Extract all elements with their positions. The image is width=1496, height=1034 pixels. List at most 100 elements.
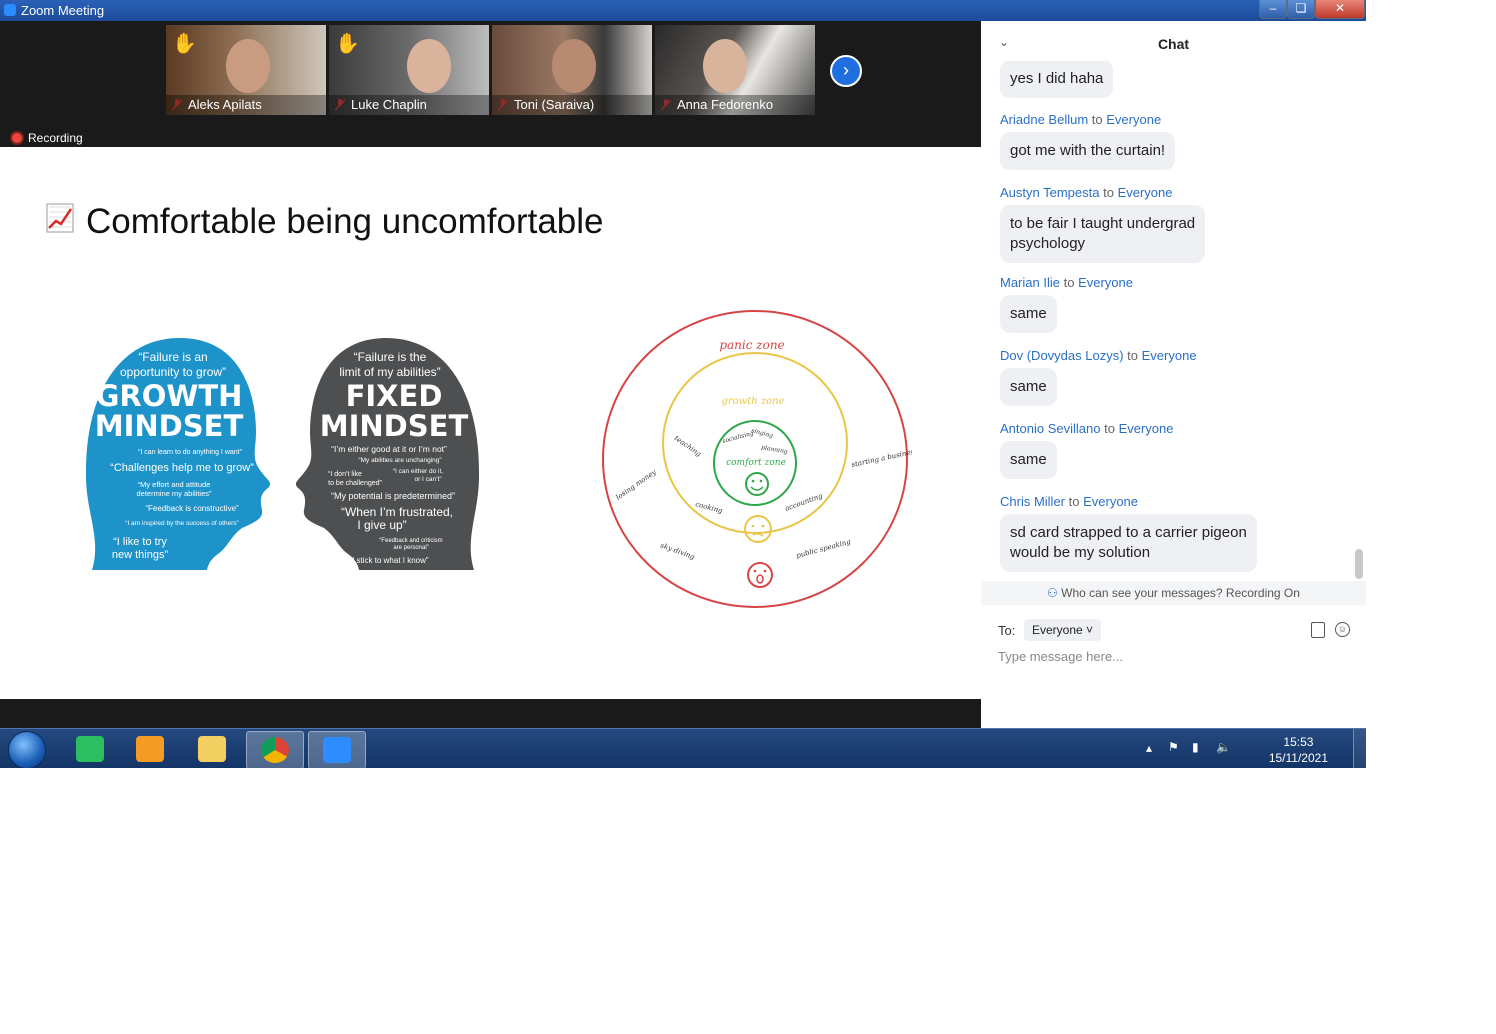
system-clock[interactable]: 15:53 15/11/2021 [1269,734,1328,766]
message-bubble: same [1000,295,1057,333]
worried-face-icon [744,515,772,543]
chevron-down-icon: ˅ [1086,623,1094,637]
start-button[interactable] [8,731,46,768]
zoom-icon [323,737,351,763]
message-sender: Dov (Dovydas Lozys) to Everyone [1000,348,1197,363]
participant-tile[interactable]: ✋ Aleks Apilats [166,25,326,115]
maximize-button[interactable]: ❏ [1287,0,1315,19]
growth-quote-1: “Failure is an [138,350,207,364]
chart-increasing-icon [46,203,74,233]
file-icon[interactable] [1311,622,1325,638]
record-icon [12,133,22,143]
chat-scrollbar[interactable] [1355,549,1363,579]
taskbar-chrome[interactable] [246,731,304,768]
taskbar-explorer[interactable] [184,731,240,767]
user-visibility-icon: ⚇ [1047,586,1058,600]
window-title: Zoom Meeting [21,3,105,18]
system-tray: ▴ ⚑ ▮ 🔈 [1146,729,1366,768]
taskbar-media-player[interactable] [122,731,178,767]
scared-face-icon [747,562,773,588]
zone-item: losing money [615,468,659,502]
fixed-line-5: “I can either do it, [393,468,443,475]
taskbar-evernote[interactable] [62,731,118,767]
participant-tile[interactable]: ✋ Luke Chaplin [329,25,489,115]
emoji-icon[interactable]: ☺ [1335,622,1350,637]
chat-message: Austyn Tempesta to Everyone to be fair I… [1000,185,1206,263]
mindset-heads-graphic: “Failure is an opportunity to grow” GROW… [85,338,480,570]
participant-tile[interactable]: Toni (Saraiva) [492,25,652,115]
growth-line-5: “Feedback is constructive” [145,504,239,513]
taskbar-zoom[interactable] [308,731,366,768]
next-participants-button[interactable]: › [830,55,862,87]
chat-title: Chat [1157,36,1190,52]
chat-message-input[interactable]: Type message here... [998,649,1123,664]
message-sender: Austyn Tempesta to Everyone [1000,185,1173,200]
comfort-zone-label: comfort zone [726,458,786,468]
windows-taskbar: ▴ ⚑ ▮ 🔈 15:53 15/11/2021 [0,728,1366,768]
chat-message: Chris Miller to Everyone sd card strappe… [1000,494,1257,572]
close-button[interactable]: ✕ [1315,0,1365,19]
zone-item: planning [761,444,789,456]
chat-message: yes I did haha [1000,61,1114,98]
growth-head-1: GROWTH [96,379,243,413]
fixed-line-10: “Feedback and criticism [379,538,442,544]
minimize-button[interactable]: – [1259,0,1287,19]
power-icon[interactable]: ▮ [1192,740,1199,754]
volume-icon[interactable]: 🔈 [1216,740,1231,754]
fixed-line-11: are personal” [393,545,428,551]
show-hidden-icons-icon[interactable]: ▴ [1146,741,1152,755]
zone-item: cooking [694,500,723,515]
participant-name: Toni (Saraiva) [492,95,652,115]
happy-face-icon [745,472,769,496]
raised-hand-icon: ✋ [335,33,360,55]
participant-tile[interactable]: Anna Fedorenko [655,25,815,115]
clock-date: 15/11/2021 [1268,751,1328,765]
growth-line-2: “Challenges help me to grow” [110,462,254,474]
fixed-head-1: FIXED [346,379,443,413]
message-bubble: to be fair I taught undergrad psychology [1000,205,1206,263]
fixed-line-6: or I can’t” [414,476,441,483]
fixed-line-8: “When I’m frustrated, [341,505,453,519]
message-bubble: same [1000,441,1057,479]
shared-screen: Comfortable being uncomfortable “Failure… [0,147,981,699]
chat-panel: ⌄ Chat yes I did haha Ariadne Bellum to … [981,21,1366,728]
fixed-head-2: MINDSET [320,409,469,443]
message-sender: Antonio Sevillano to Everyone [1000,421,1174,436]
fixed-quote-1: “Failure is the [354,350,427,364]
show-desktop-button[interactable] [1353,729,1366,768]
growth-line-6: “I am inspired by the success of others” [125,520,238,527]
window-titlebar: Zoom Meeting – ❏ ✕ [0,0,1366,21]
recording-label: Recording [28,131,83,145]
zone-item: public speaking [795,538,852,560]
chat-message: Ariadne Bellum to Everyone got me with t… [1000,112,1176,170]
folder-icon [198,736,226,762]
zone-item: singing [750,427,774,440]
fixed-quote-2: limit of my abilities” [339,365,440,379]
fixed-line-2: “My abilities are unchanging” [358,457,441,464]
to-label: To: [998,623,1016,638]
participant-name: Aleks Apilats [166,95,326,115]
flag-icon[interactable]: ⚑ [1168,740,1179,754]
privacy-notice[interactable]: ⚇ Who can see your messages? Recording O… [981,581,1366,605]
chat-message: Marian Ilie to Everyone same [1000,275,1133,333]
chat-message: Dov (Dovydas Lozys) to Everyone same [1000,348,1197,406]
growth-line-8: new things” [112,549,169,561]
message-bubble: got me with the curtain! [1000,132,1176,170]
comfort-zone-diagram: panic zone growth zone comfort zone teac… [602,310,912,608]
fixed-line-9: I give up” [357,518,406,532]
message-bubble: same [1000,368,1057,406]
chat-messages: yes I did haha Ariadne Bellum to Everyon… [981,61,1356,581]
growth-line-3: “My effort and attitude [138,480,211,489]
slide-title: Comfortable being uncomfortable [86,202,604,241]
growth-zone-label: growth zone [721,396,784,407]
participant-name: Luke Chaplin [329,95,489,115]
evernote-icon [76,736,104,762]
recipient-dropdown[interactable]: Everyone ˅ [1024,619,1102,641]
participant-strip: ✋ Aleks Apilats ✋ Luke Chaplin Toni (Sar… [0,21,981,147]
zoom-app-icon [4,4,16,16]
fixed-line-12: “I stick to what I know” [349,556,428,565]
zoom-screen: Zoom Meeting – ❏ ✕ ✋ Aleks Apilats ✋ Luk… [0,0,1366,768]
message-bubble: yes I did haha [1000,61,1114,98]
recording-indicator[interactable]: Recording [12,131,83,145]
panic-zone-label: panic zone [719,338,784,352]
